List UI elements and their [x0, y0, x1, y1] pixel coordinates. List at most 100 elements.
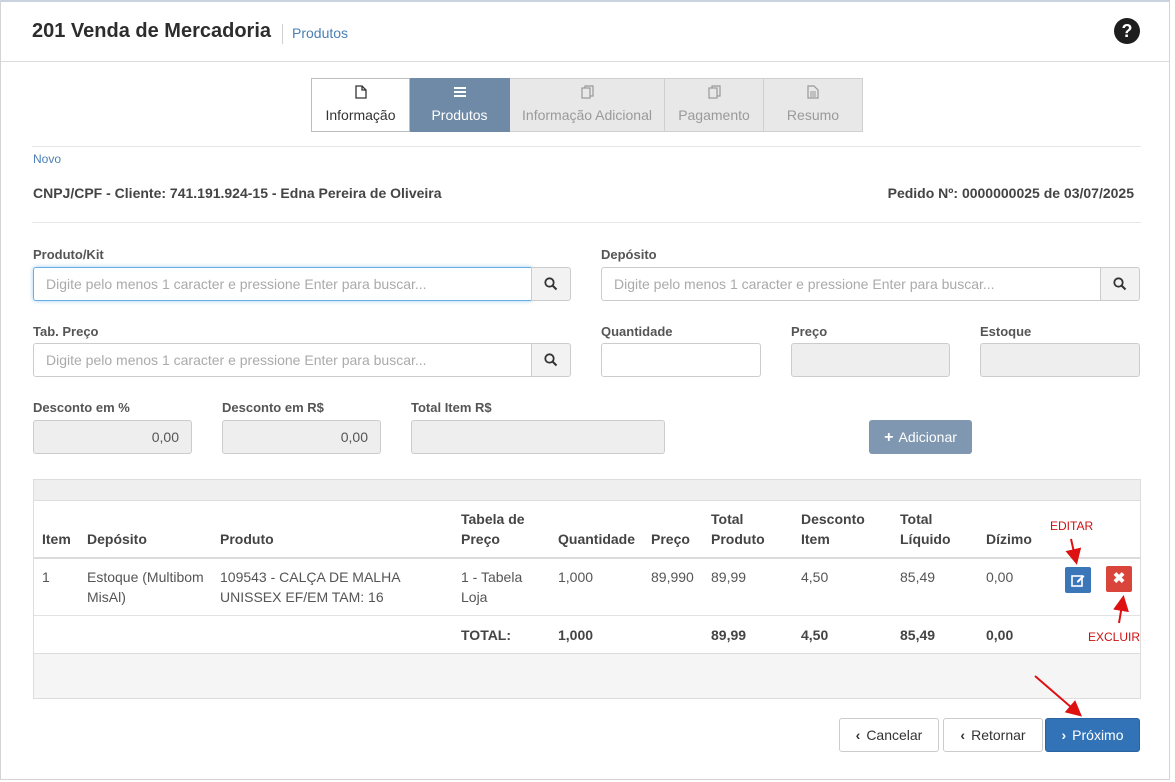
annotation-editar: EDITAR	[1050, 519, 1094, 533]
step-resumo[interactable]: Resumo	[764, 78, 863, 132]
estoque-label: Estoque	[980, 324, 1032, 339]
total-liquido: 85,49	[900, 627, 936, 643]
deposito-search-input[interactable]	[601, 267, 1101, 301]
document-icon	[764, 85, 862, 105]
deposito-label: Depósito	[601, 247, 657, 262]
cell-produto-1: 109543 - CALÇA DE MALHA	[220, 569, 401, 585]
copy-icon	[510, 85, 664, 105]
chevron-left-icon: ‹	[960, 727, 966, 743]
proximo-label: Próximo	[1072, 727, 1124, 743]
edit-icon	[1071, 575, 1085, 587]
search-icon	[544, 353, 558, 367]
divider	[32, 222, 1141, 223]
plus-icon: +	[884, 429, 894, 446]
search-icon	[544, 277, 558, 291]
preco-label: Preço	[791, 324, 828, 339]
cell-deposito-2: MisAl)	[87, 589, 126, 605]
step-produtos[interactable]: Produtos	[410, 78, 510, 132]
edit-button[interactable]	[1065, 567, 1091, 593]
col-header-tabela-2: Preço	[461, 531, 500, 547]
cell-desconto: 4,50	[801, 569, 829, 585]
produto-label: Produto/Kit	[33, 247, 104, 262]
col-header-desconto-1: Desconto	[801, 511, 865, 527]
chevron-left-icon: ‹	[855, 727, 861, 743]
copy-icon	[665, 85, 763, 105]
col-header-total-produto-1: Total	[711, 511, 744, 527]
col-header-produto: Produto	[220, 531, 274, 547]
proximo-button[interactable]: › Próximo	[1045, 718, 1140, 752]
col-header-preco: Preço	[651, 531, 690, 547]
desconto-rs-label: Desconto em R$	[222, 400, 324, 415]
total-item-field	[411, 420, 665, 454]
cell-total-produto: 89,99	[711, 569, 747, 585]
delete-button[interactable]: ✖	[1106, 566, 1132, 592]
step-informacao-adicional[interactable]: Informação Adicional	[510, 78, 665, 132]
row-divider	[34, 615, 1140, 616]
col-header-item: Item	[42, 531, 71, 547]
adicionar-label: Adicionar	[898, 429, 957, 445]
header-divider	[34, 557, 1140, 559]
cell-total-liquido: 85,49	[900, 569, 936, 585]
deposito-search-button[interactable]	[1100, 267, 1140, 301]
col-header-tabela-1: Tabela de	[461, 511, 525, 527]
title-divider	[282, 24, 283, 44]
col-header-total-liquido-1: Total	[900, 511, 933, 527]
client-info: CNPJ/CPF - Cliente: 741.191.924-15 - Edn…	[33, 185, 442, 201]
step-label: Produtos	[431, 107, 488, 123]
wizard-steps: Informação Produtos Informação Adicional…	[311, 78, 863, 132]
tabpreco-label: Tab. Preço	[33, 324, 99, 339]
adicionar-button[interactable]: + Adicionar	[869, 420, 972, 454]
cell-deposito-1: Estoque (Multibom	[87, 569, 204, 585]
produto-search-input[interactable]	[33, 267, 532, 301]
col-header-total-produto-2: Produto	[711, 531, 765, 547]
step-informacao[interactable]: Informação	[311, 78, 410, 132]
app-window: 201 Venda de Mercadoria Produtos ? Infor…	[0, 0, 1170, 780]
tabpreco-search-button[interactable]	[531, 343, 571, 377]
total-desconto: 4,50	[801, 627, 829, 643]
desconto-rs-field: 0,00	[222, 420, 381, 454]
col-header-dizimo: Dízimo	[986, 531, 1032, 547]
retornar-label: Retornar	[971, 727, 1026, 743]
divider	[32, 146, 1141, 147]
col-header-deposito: Depósito	[87, 531, 147, 547]
table-body: Item Depósito Produto Tabela de Preço Qu…	[34, 501, 1140, 654]
cell-tabela-2: Loja	[461, 589, 488, 605]
chevron-right-icon: ›	[1061, 727, 1067, 743]
items-table: Item Depósito Produto Tabela de Preço Qu…	[33, 479, 1141, 699]
breadcrumb[interactable]: Produtos	[292, 25, 348, 41]
col-header-quantidade: Quantidade	[558, 531, 636, 547]
step-label: Informação Adicional	[522, 107, 652, 123]
cell-dizimo: 0,00	[986, 569, 1014, 585]
cell-item: 1	[42, 569, 50, 585]
search-icon	[1113, 277, 1127, 291]
retornar-button[interactable]: ‹ Retornar	[943, 718, 1043, 752]
step-label: Pagamento	[678, 107, 750, 123]
step-pagamento[interactable]: Pagamento	[665, 78, 764, 132]
desconto-pct-label: Desconto em %	[33, 400, 130, 415]
annotation-excluir: EXCLUIR	[1088, 630, 1141, 644]
page-title: 201 Venda de Mercadoria	[32, 20, 272, 42]
col-header-total-liquido-2: Líquido	[900, 531, 951, 547]
quantidade-input[interactable]	[601, 343, 761, 377]
step-label: Resumo	[786, 107, 840, 123]
produto-search-button[interactable]	[531, 267, 571, 301]
cell-produto-2: UNISSEX EF/EM TAM: 16	[220, 589, 384, 605]
cancelar-label: Cancelar	[866, 727, 923, 743]
desconto-pct-field: 0,00	[33, 420, 192, 454]
col-header-desconto-2: Item	[801, 531, 830, 547]
total-item-label: Total Item R$	[411, 400, 492, 415]
cell-tabela-1: 1 - Tabela	[461, 569, 523, 585]
list-icon	[410, 85, 509, 105]
cell-preco: 89,990	[651, 569, 694, 585]
help-icon[interactable]: ?	[1114, 18, 1140, 44]
order-info: Pedido Nº: 0000000025 de 03/07/2025	[887, 185, 1134, 201]
tabpreco-search-input[interactable]	[33, 343, 532, 377]
novo-link[interactable]: Novo	[33, 152, 61, 166]
estoque-field	[980, 343, 1140, 377]
page-header: 201 Venda de Mercadoria Produtos ?	[1, 2, 1169, 62]
cancelar-button[interactable]: ‹ Cancelar	[839, 718, 939, 752]
total-quantidade: 1,000	[558, 627, 594, 643]
total-dizimo: 0,00	[986, 627, 1014, 643]
total-produto: 89,99	[711, 627, 747, 643]
file-icon	[312, 85, 409, 105]
